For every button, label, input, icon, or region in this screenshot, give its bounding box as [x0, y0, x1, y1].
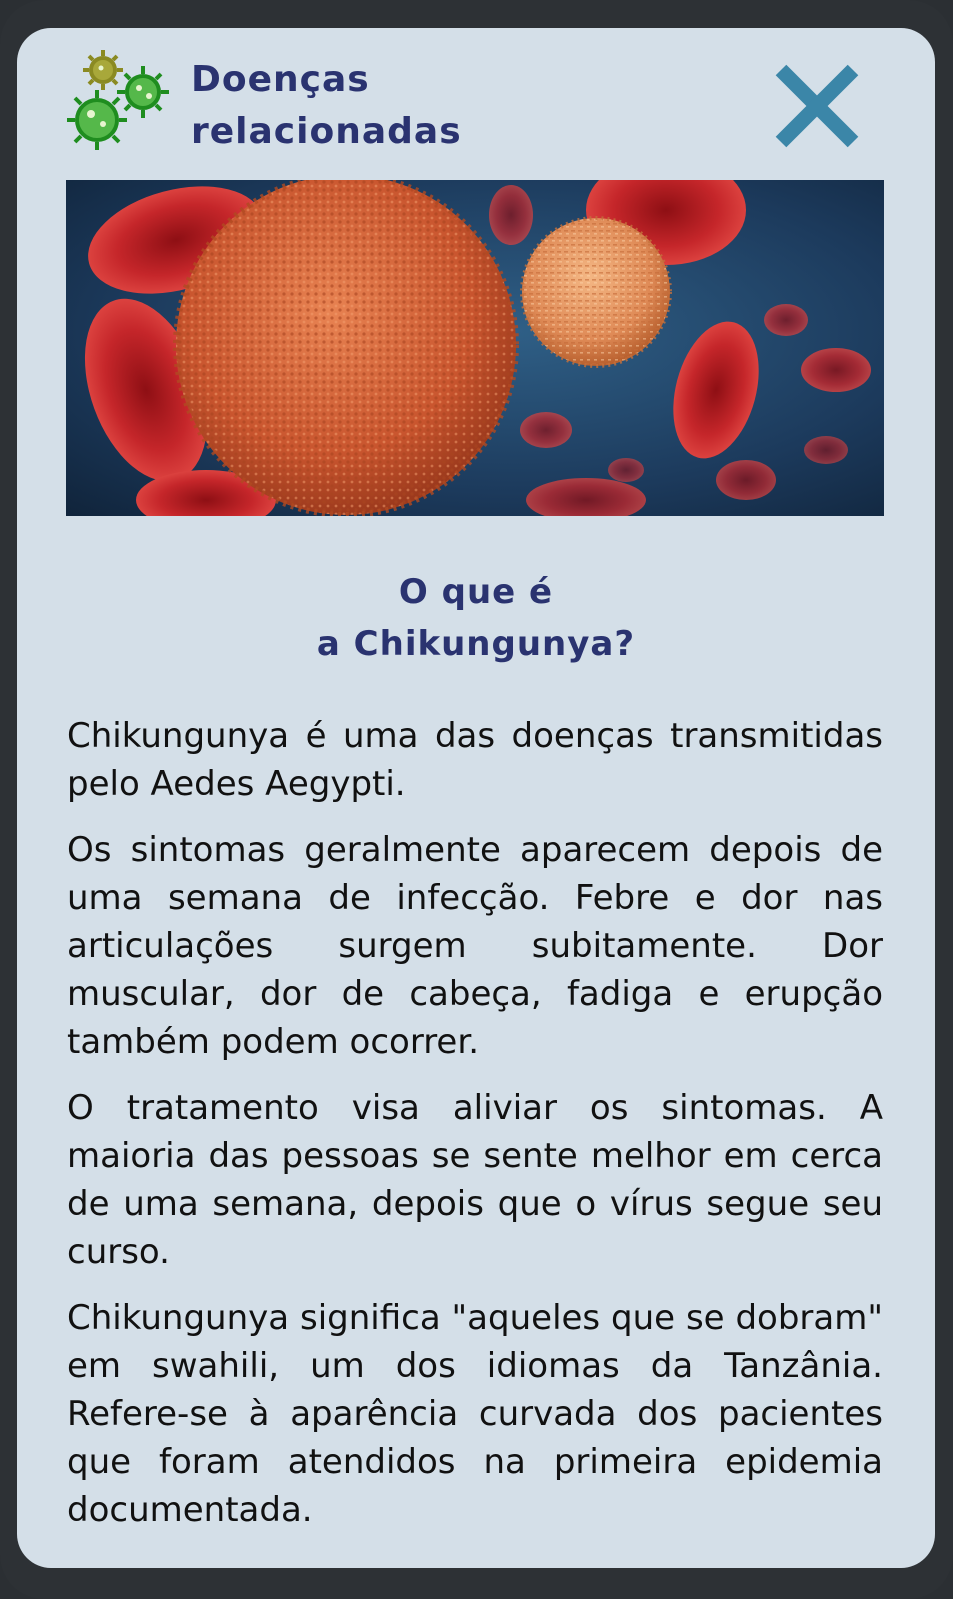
paragraph-treatment: O tratamento visa aliviar os sintomas. A… [67, 1088, 883, 1272]
paragraph-etymology: Chikungunya significa "aqueles que se do… [67, 1298, 883, 1530]
virus-cluster-icon [65, 50, 169, 154]
paragraph-intro: Chikungunya é uma das doenças transmitid… [67, 716, 883, 804]
section-title: O que é a Chikungunya? [17, 566, 935, 670]
close-x-icon [775, 64, 859, 148]
header-title-line-1: Doenças [191, 59, 370, 100]
header-title: Doenças relacionadas [191, 54, 462, 158]
card-header: Doenças relacionadas [17, 28, 935, 178]
device-frame: Doenças relacionadas O que é a Chikungun… [0, 0, 953, 1599]
description-text: Chikungunya é uma das doenças transmitid… [67, 712, 883, 1552]
section-title-line-2: a Chikungunya? [316, 624, 636, 665]
disease-card: Doenças relacionadas O que é a Chikungun… [17, 28, 935, 1568]
virus-blood-cells-image [66, 180, 884, 516]
header-title-line-2: relacionadas [191, 111, 462, 152]
paragraph-symptoms: Os sintomas geralmente aparecem depois d… [67, 830, 883, 1062]
section-title-line-1: O que é [398, 572, 554, 613]
close-button[interactable] [769, 58, 865, 154]
